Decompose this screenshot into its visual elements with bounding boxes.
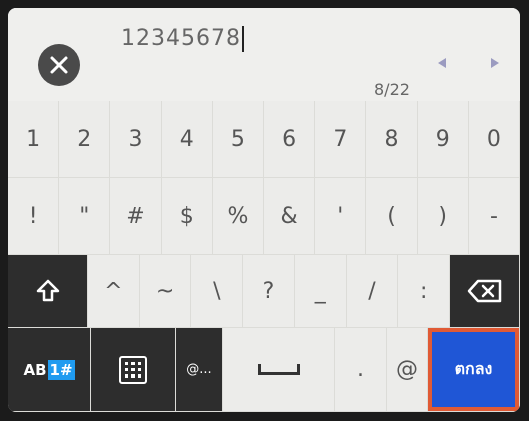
key[interactable]: 4	[161, 101, 213, 178]
key[interactable]: #	[110, 178, 162, 255]
character-counter: 8/22	[374, 80, 410, 99]
symbol-row-2: ^ ~ \ ? _ / :	[8, 255, 520, 328]
touch-screen: 12345678 8/22 1 2 3 4 5 6 7 8 9 0 ! " # …	[8, 8, 520, 412]
key[interactable]: :	[398, 255, 451, 328]
space-key[interactable]	[223, 328, 335, 412]
ok-label: ตกลง	[432, 332, 515, 407]
text-caret	[241, 26, 244, 52]
dot-key[interactable]: .	[335, 328, 387, 412]
input-bar: 12345678 8/22	[8, 8, 520, 101]
key[interactable]: -	[468, 178, 520, 255]
key[interactable]: 2	[59, 101, 111, 178]
key[interactable]: )	[417, 178, 469, 255]
key[interactable]: $	[161, 178, 213, 255]
shift-icon	[36, 279, 59, 302]
key[interactable]: &	[264, 178, 316, 255]
shift-key[interactable]	[8, 255, 88, 328]
key[interactable]: !	[8, 178, 60, 255]
keypad-grid-icon	[119, 355, 147, 384]
mode-num-label: 1#	[47, 359, 75, 380]
key[interactable]: /	[346, 255, 399, 328]
key[interactable]: 5	[212, 101, 265, 178]
key[interactable]: (	[366, 178, 418, 255]
close-icon	[50, 56, 68, 74]
key[interactable]: %	[212, 178, 265, 255]
key[interactable]: 1	[8, 101, 60, 178]
key[interactable]: ^	[88, 255, 140, 328]
email-symbols-key[interactable]: @...	[176, 328, 223, 412]
at-key[interactable]: @	[387, 328, 428, 412]
key[interactable]: \	[191, 255, 244, 328]
digit-row: 1 2 3 4 5 6 7 8 9 0	[8, 101, 520, 178]
ok-button[interactable]: ตกลง	[428, 328, 520, 412]
cursor-left-arrow-icon[interactable]	[438, 58, 446, 68]
key[interactable]: "	[59, 178, 111, 255]
input-value: 12345678	[121, 26, 241, 51]
key[interactable]: '	[315, 178, 367, 255]
mode-ab-label: AB	[23, 360, 47, 379]
key[interactable]: 8	[366, 101, 418, 178]
key[interactable]: 6	[264, 101, 316, 178]
key[interactable]: 7	[315, 101, 367, 178]
symbol-row: ! " # $ % & ' ( ) -	[8, 178, 520, 255]
key[interactable]: _	[294, 255, 347, 328]
key[interactable]: ?	[243, 255, 295, 328]
key[interactable]: ~	[139, 255, 192, 328]
function-row: AB 1# @... . @ ตกลง	[8, 328, 520, 412]
keypad-layout-key[interactable]	[91, 328, 176, 412]
input-mode-toggle[interactable]: AB 1#	[8, 328, 91, 412]
key[interactable]: 9	[417, 101, 469, 178]
backspace-icon	[467, 279, 501, 303]
text-input[interactable]: 12345678	[121, 26, 244, 52]
clear-button[interactable]	[38, 44, 80, 86]
space-icon	[257, 364, 300, 375]
backspace-key[interactable]	[450, 255, 520, 328]
key[interactable]: 0	[468, 101, 520, 178]
key[interactable]: 3	[110, 101, 162, 178]
cursor-right-arrow-icon[interactable]	[491, 58, 499, 68]
